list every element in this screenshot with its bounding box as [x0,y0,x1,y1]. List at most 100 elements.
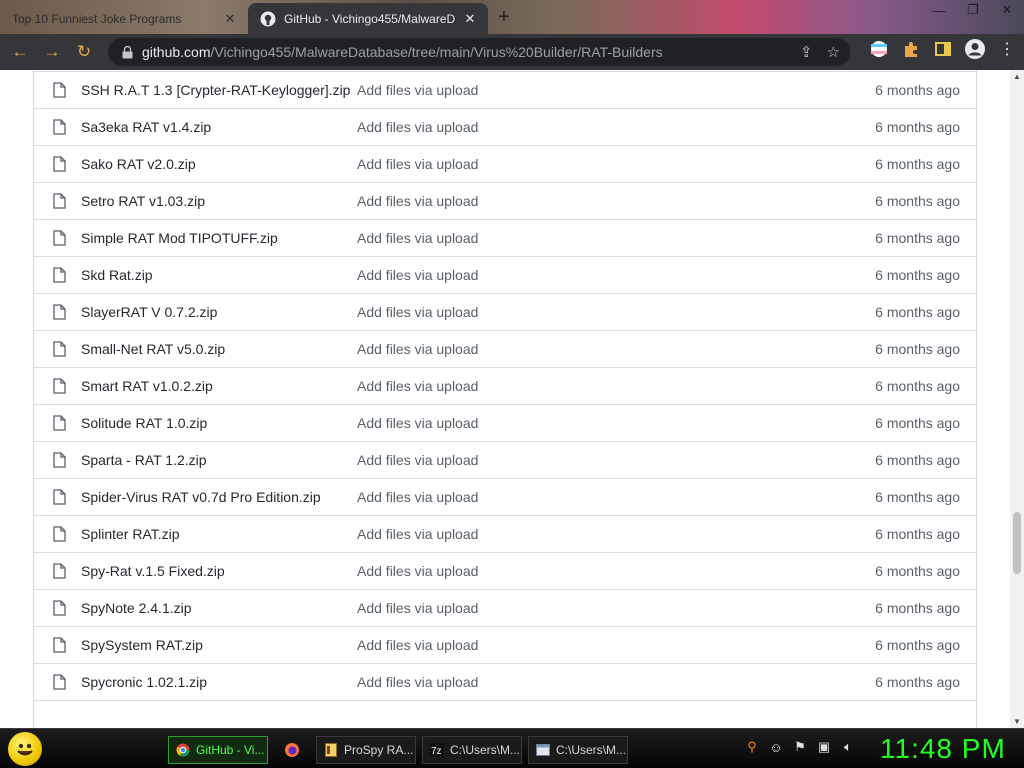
commit-message-link[interactable]: Add files via upload [357,193,836,209]
lock-icon[interactable] [120,45,134,59]
commit-message-link[interactable]: Add files via upload [357,489,836,505]
vertical-scrollbar[interactable]: ▲ ▼ [1010,70,1024,728]
menu-kebab-icon[interactable]: ⋮ [996,38,1018,60]
file-name-link[interactable]: SlayerRAT V 0.7.2.zip [81,304,357,320]
file-name-link[interactable]: Splinter RAT.zip [81,526,357,542]
file-name-link[interactable]: Skd Rat.zip [81,267,357,283]
commit-age: 6 months ago [875,674,960,690]
commit-message-link[interactable]: Add files via upload [357,119,836,135]
browser-toolbar: ← → ↻ github.com/Vichingo455/MalwareData… [0,34,1024,70]
file-name-link[interactable]: Spy-Rat v.1.5 Fixed.zip [81,563,357,579]
commit-age: 6 months ago [875,82,960,98]
url-host: github.com [142,44,211,60]
address-bar[interactable]: github.com/Vichingo455/MalwareDatabase/t… [108,38,850,66]
commit-message-link[interactable]: Add files via upload [357,452,836,468]
extensions-puzzle-icon[interactable] [900,38,922,60]
profile-flag-icon[interactable] [868,38,890,60]
file-icon [53,489,69,505]
taskbar-item-7zip[interactable]: 7z C:\Users\M... [422,736,522,764]
side-panel-icon[interactable] [932,38,954,60]
commit-message-link[interactable]: Add files via upload [357,637,836,653]
file-row: Solitude RAT 1.0.zip Add files via upload… [34,404,976,441]
taskbar-item-label: C:\Users\M... [556,743,627,757]
file-name-link[interactable]: Sparta - RAT 1.2.zip [81,452,357,468]
commit-message-link[interactable]: Add files via upload [357,267,836,283]
file-icon [53,119,69,135]
commit-message-link[interactable]: Add files via upload [357,526,836,542]
close-icon[interactable]: ✕ [462,11,478,27]
file-name-link[interactable]: SSH R.A.T 1.3 [Crypter-RAT-Keylogger].zi… [81,82,357,98]
file-name-link[interactable]: Setro RAT v1.03.zip [81,193,357,209]
file-name-link[interactable]: Small-Net RAT v5.0.zip [81,341,357,357]
commit-message-link[interactable]: Add files via upload [357,230,836,246]
commit-age: 6 months ago [875,489,960,505]
commit-message-link[interactable]: Add files via upload [357,341,836,357]
document-icon [323,742,339,758]
commit-message-link[interactable]: Add files via upload [357,600,836,616]
share-icon[interactable]: ⇪ [800,43,813,61]
scroll-up-arrow-icon[interactable]: ▲ [1013,72,1021,81]
commit-age: 6 months ago [875,378,960,394]
taskbar-item-firefox[interactable] [278,736,308,764]
svg-text:7z: 7z [431,746,442,757]
file-row: Sparta - RAT 1.2.zip Add files via upload… [34,441,976,478]
close-window-icon[interactable]: ✕ [990,0,1024,20]
file-name-link[interactable]: Smart RAT v1.0.2.zip [81,378,357,394]
commit-message-link[interactable]: Add files via upload [357,674,836,690]
file-icon [53,674,69,690]
network-icon[interactable]: ▣ [816,739,832,755]
file-name-link[interactable]: Simple RAT Mod TIPOTUFF.zip [81,230,357,246]
messenger-icon[interactable]: ☺ [768,739,784,755]
file-row: Small-Net RAT v5.0.zip Add files via uplo… [34,330,976,367]
close-icon[interactable]: ✕ [222,11,238,27]
restore-icon[interactable]: ❐ [956,0,990,20]
file-icon [53,193,69,209]
tab-strip: Top 10 Funniest Joke Programs ✕ GitHub -… [0,0,1024,34]
scroll-down-arrow-icon[interactable]: ▼ [1013,717,1021,726]
file-name-link[interactable]: Sa3eka RAT v1.4.zip [81,119,357,135]
commit-message-link[interactable]: Add files via upload [357,156,836,172]
start-smiley-icon[interactable] [8,732,42,766]
forward-arrow-icon[interactable]: → [36,36,68,68]
file-row-partial [34,700,976,728]
taskbar-item-chrome[interactable]: GitHub - Vi... [168,736,268,764]
file-row: Spycronic 1.02.1.zip Add files via upload… [34,663,976,700]
file-row: SpyNote 2.4.1.zip Add files via upload 6 m… [34,589,976,626]
new-tab-button[interactable]: + [498,6,510,29]
file-icon [53,267,69,283]
volume-icon[interactable]: 🔈︎ [840,739,856,755]
commit-message-link[interactable]: Add files via upload [357,304,836,320]
file-row: SSH R.A.T 1.3 [Crypter-RAT-Keylogger].zi… [34,71,976,108]
tab-github[interactable]: GitHub - Vichingo455/MalwareD ✕ [248,3,488,34]
window-controls: — ❐ ✕ [922,0,1024,20]
commit-age: 6 months ago [875,304,960,320]
file-row: Setro RAT v1.03.zip Add files via upload 6… [34,182,976,219]
file-name-link[interactable]: Spider-Virus RAT v0.7d Pro Edition.zip [81,489,357,505]
taskbar: GitHub - Vi... ProSpy RA... 7z C:\Users\… [0,728,1024,768]
file-name-link[interactable]: Sako RAT v2.0.zip [81,156,357,172]
commit-message-link[interactable]: Add files via upload [357,378,836,394]
file-name-link[interactable]: Solitude RAT 1.0.zip [81,415,357,431]
back-arrow-icon[interactable]: ← [4,36,36,68]
commit-message-link[interactable]: Add files via upload [357,82,836,98]
scrollbar-thumb[interactable] [1013,512,1021,574]
file-name-link[interactable]: Spycronic 1.02.1.zip [81,674,357,690]
commit-message-link[interactable]: Add files via upload [357,563,836,579]
action-center-flag-icon[interactable]: ⚑ [792,739,808,755]
taskbar-clock[interactable]: 11:48 PM [880,733,1006,765]
taskbar-item-prospy[interactable]: ProSpy RA... [316,736,416,764]
search-magnifier-icon[interactable]: ⚲ [744,739,760,755]
file-name-link[interactable]: SpySystem RAT.zip [81,637,357,653]
file-name-link[interactable]: SpyNote 2.4.1.zip [81,600,357,616]
star-icon[interactable]: ☆ [827,43,840,61]
commit-message-link[interactable]: Add files via upload [357,415,836,431]
7zip-icon: 7z [429,742,445,758]
tab-joke-programs[interactable]: Top 10 Funniest Joke Programs ✕ [0,3,248,34]
minimize-icon[interactable]: — [922,0,956,20]
reload-icon[interactable]: ↻ [68,36,100,68]
taskbar-item-explorer[interactable]: C:\Users\M... [528,736,628,764]
tab-title: GitHub - Vichingo455/MalwareD [284,11,456,26]
account-avatar-icon[interactable] [964,38,986,60]
commit-age: 6 months ago [875,637,960,653]
taskbar-item-label: GitHub - Vi... [196,743,265,757]
